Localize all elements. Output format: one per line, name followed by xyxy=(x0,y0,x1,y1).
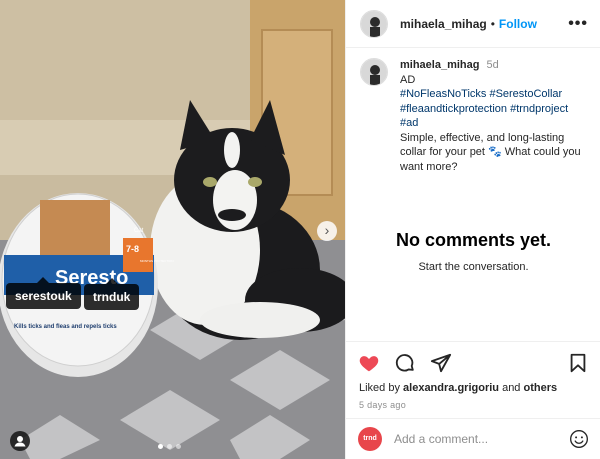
post-photo: Seresto 7-8 Cat Kills ticks and fleas an… xyxy=(0,0,345,459)
carousel-next-button[interactable]: › xyxy=(317,221,337,241)
post-date[interactable]: 5 days ago xyxy=(346,394,600,410)
avatar: trnd xyxy=(358,427,382,451)
bookmark-icon[interactable] xyxy=(567,352,589,374)
post-actions-section: Liked by alexandra.grigoriu and others 5… xyxy=(346,341,600,410)
empty-subtitle: Start the conversation. xyxy=(418,261,529,273)
profile-picture-icon xyxy=(361,10,387,37)
author-username[interactable]: mihaela_mihag xyxy=(400,17,487,31)
user-tag-trnduk[interactable]: trnduk xyxy=(84,278,140,310)
likes-others[interactable]: others xyxy=(523,382,557,394)
post-media[interactable]: Seresto 7-8 Cat Kills ticks and fleas an… xyxy=(0,0,345,459)
profile-picture-icon xyxy=(361,59,387,85)
carousel-indicator xyxy=(158,444,181,449)
likes-prefix: Liked by xyxy=(359,382,404,394)
more-options-button[interactable]: ••• xyxy=(568,15,588,33)
carousel-dot xyxy=(167,444,172,449)
comment-input[interactable]: Add a comment... xyxy=(394,432,488,446)
product-months: 7-8 xyxy=(126,244,139,254)
caption-author[interactable]: mihaela_mihag xyxy=(400,59,479,71)
likes-middle: and xyxy=(499,382,524,394)
avatar[interactable] xyxy=(360,9,388,38)
comments-empty-state: No comments yet. Start the conversation. xyxy=(346,230,600,273)
separator-dot: • xyxy=(490,16,495,31)
heart-icon[interactable] xyxy=(358,352,380,374)
user-icon xyxy=(14,436,26,447)
user-tag-serestouk[interactable]: serestouk xyxy=(6,277,81,309)
comment-composer: trnd Add a comment... xyxy=(346,418,600,459)
post-header: mihaela_mihag • Follow ••• xyxy=(346,0,600,48)
caption-text: Simple, effective, and long-lasting coll… xyxy=(400,131,581,173)
empty-title: No comments yet. xyxy=(395,230,552,250)
follow-button[interactable]: Follow xyxy=(499,17,537,31)
avatar[interactable] xyxy=(360,58,388,86)
post-caption: mihaela_mihag 5d AD #NoFleasNoTicks #Ser… xyxy=(346,48,600,174)
product-months-sub: MONTHS PROTECTION xyxy=(140,259,174,263)
post-side-panel: mihaela_mihag • Follow ••• mihaela_mihag… xyxy=(345,0,600,459)
product-claim: Kills ticks and fleas and repels ticks xyxy=(14,324,117,330)
emoji-icon[interactable] xyxy=(569,429,589,449)
comment-icon[interactable] xyxy=(394,352,416,374)
caption-hashtags-1[interactable]: #NoFleasNoTicks #SerestoCollar xyxy=(400,87,588,102)
action-bar xyxy=(346,342,600,374)
caption-body: mihaela_mihag 5d AD #NoFleasNoTicks #Ser… xyxy=(400,58,588,174)
tagged-users-button[interactable] xyxy=(10,431,30,451)
likes-summary: Liked by alexandra.grigoriu and others xyxy=(346,374,600,394)
product-animal: Cat xyxy=(134,228,144,234)
likes-user[interactable]: alexandra.grigoriu xyxy=(403,382,499,394)
caption-age: 5d xyxy=(486,59,499,71)
carousel-dot xyxy=(158,444,163,449)
caption-ad-label: AD xyxy=(400,73,416,86)
share-icon[interactable] xyxy=(430,352,452,374)
carousel-dot xyxy=(176,444,181,449)
caption-hashtags-2[interactable]: #fleaandtickprotection #trndproject #ad xyxy=(400,102,588,131)
